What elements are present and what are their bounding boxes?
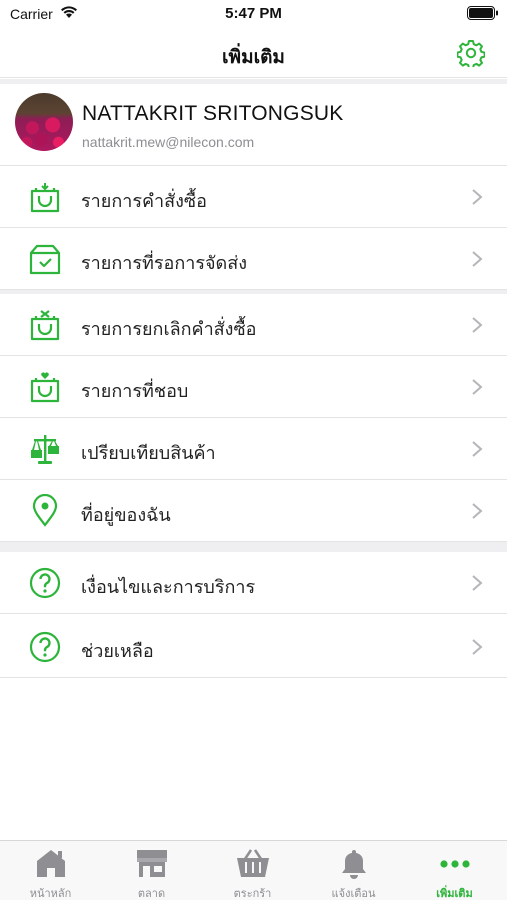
scale-icon	[31, 435, 59, 464]
chevron-right-icon	[472, 251, 483, 267]
tab-label: แจ้งเตือน	[331, 888, 376, 900]
menu-item-cancelled-orders[interactable]: รายการยกเลิกคำสั่งซื้อ	[0, 294, 507, 356]
menu-item-compare-products[interactable]: เปรียบเทียบสินค้า	[0, 418, 507, 480]
menu-item-terms[interactable]: เงื่อนไขและการบริการ	[0, 552, 507, 614]
menu-item-label: รายการคำสั่งซื้อ	[81, 191, 207, 211]
menu-item-help[interactable]: ช่วยเหลือ	[0, 616, 507, 678]
page-title: เพิ่มเติม	[222, 47, 285, 68]
tab-basket[interactable]: ตระกร้า	[202, 841, 303, 900]
chevron-right-icon	[472, 317, 483, 333]
menu-item-label: ที่อยู่ของฉัน	[81, 505, 171, 525]
menu-item-my-address[interactable]: ที่อยู่ของฉัน	[0, 480, 507, 542]
tab-more[interactable]: เพิ่มเติม	[404, 841, 505, 900]
bag-cancel-icon	[30, 310, 60, 341]
profile-name: NATTAKRIT SRITONGSUK	[82, 102, 344, 125]
navigation-bar: เพิ่มเติม	[0, 28, 507, 78]
chevron-right-icon	[472, 379, 483, 395]
tab-label: ตระกร้า	[233, 888, 272, 900]
bell-icon	[342, 850, 366, 879]
more-dots-icon	[440, 860, 470, 868]
market-icon	[137, 850, 167, 877]
menu-item-label: รายการยกเลิกคำสั่งซื้อ	[81, 319, 257, 339]
menu-item-label: ช่วยเหลือ	[81, 641, 154, 661]
menu-item-label: เปรียบเทียบสินค้า	[81, 443, 216, 463]
menu-item-pending-delivery[interactable]: รายการที่รอการจัดส่ง	[0, 228, 507, 290]
gear-icon[interactable]	[457, 39, 485, 67]
battery-icon	[467, 6, 498, 20]
tab-market[interactable]: ตลาด	[101, 841, 202, 900]
tab-notifications[interactable]: แจ้งเตือน	[303, 841, 404, 900]
menu-item-orders[interactable]: รายการคำสั่งซื้อ	[0, 166, 507, 228]
menu-item-label: เงื่อนไขและการบริการ	[81, 577, 256, 597]
profile-email: nattakrit.mew@nilecon.com	[82, 134, 255, 150]
question-circle-icon	[29, 567, 61, 599]
chevron-right-icon	[472, 441, 483, 457]
avatar[interactable]	[15, 93, 73, 151]
profile-header[interactable]: NATTAKRIT SRITONGSUK nattakrit.mew@nilec…	[0, 84, 507, 166]
location-pin-icon	[32, 494, 58, 527]
chevron-right-icon	[472, 503, 483, 519]
status-bar: Carrier 5:47 PM	[0, 0, 507, 28]
tab-label: ตลาด	[137, 888, 166, 900]
basket-icon	[237, 849, 269, 877]
tab-label: เพิ่มเติม	[436, 888, 473, 900]
menu-item-label: รายการที่ชอบ	[81, 381, 189, 401]
menu-item-favorites[interactable]: รายการที่ชอบ	[0, 356, 507, 418]
tab-home[interactable]: หน้าหลัก	[0, 841, 101, 900]
bag-heart-icon	[30, 372, 60, 403]
clock-label: 5:47 PM	[225, 5, 282, 22]
tab-label: หน้าหลัก	[29, 888, 72, 900]
chevron-right-icon	[472, 639, 483, 655]
tab-bar: หน้าหลัก ตลาด ตระกร้า แจ้งเตือน เพิ่มเติ…	[0, 840, 507, 900]
question-circle-icon	[29, 631, 61, 663]
box-check-icon	[29, 244, 61, 275]
menu-item-label: รายการที่รอการจัดส่ง	[81, 253, 248, 273]
home-icon	[37, 850, 65, 877]
chevron-right-icon	[472, 189, 483, 205]
chevron-right-icon	[472, 575, 483, 591]
section-gap	[0, 542, 507, 552]
shopping-bag-icon	[30, 183, 60, 213]
